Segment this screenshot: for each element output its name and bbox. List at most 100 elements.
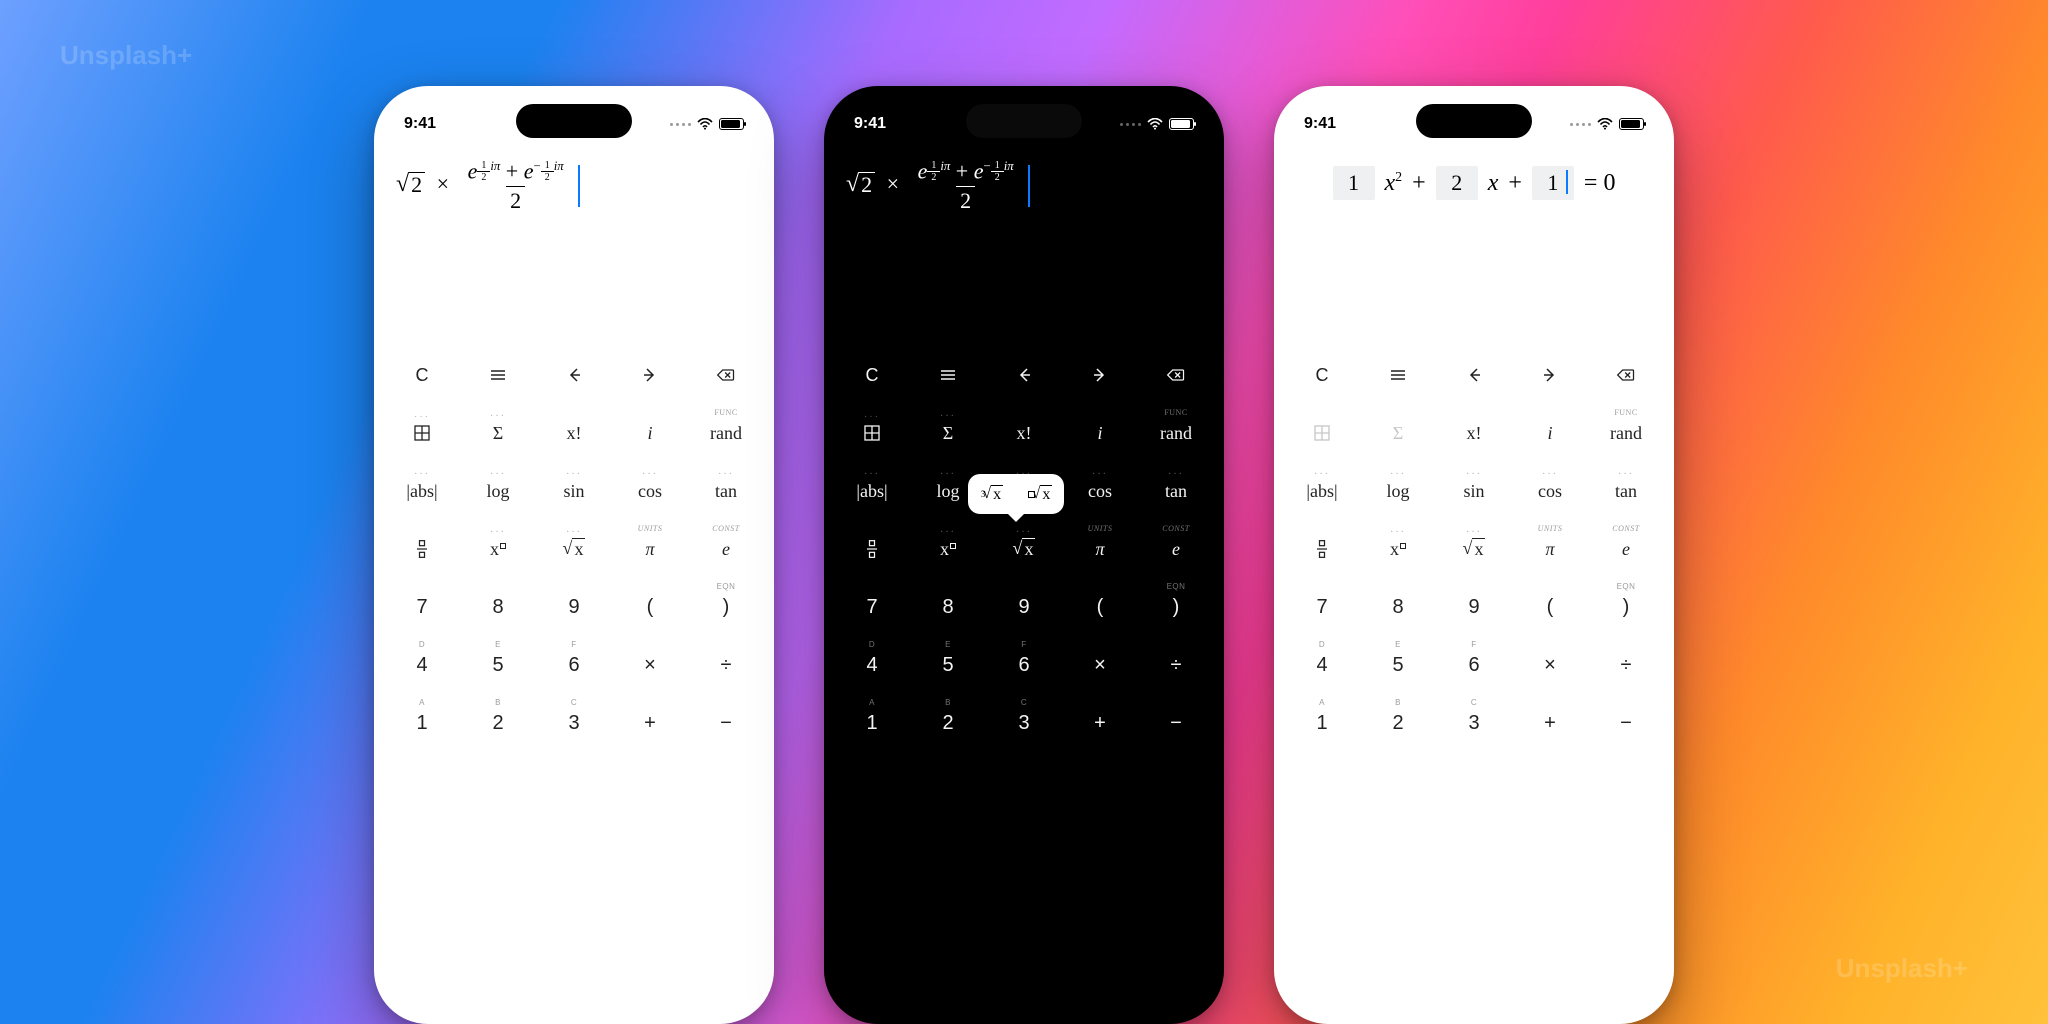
key-clear[interactable]: C xyxy=(834,346,910,404)
key-2[interactable]: B2 xyxy=(1360,694,1436,752)
key-tan[interactable]: ···tan xyxy=(1138,462,1214,520)
key-cos[interactable]: ···cos xyxy=(1062,462,1138,520)
key-log[interactable]: ···log xyxy=(1360,462,1436,520)
key-sin[interactable]: ···sin xyxy=(536,462,612,520)
key-lparen[interactable]: ( xyxy=(612,578,688,636)
key-factorial[interactable]: x! xyxy=(986,404,1062,462)
key-cursor-right[interactable] xyxy=(1062,346,1138,404)
key-sqrt[interactable]: ···√x xyxy=(536,520,612,578)
key-rparen[interactable]: EQN) xyxy=(688,578,764,636)
key-cos[interactable]: ···cos xyxy=(612,462,688,520)
key-5[interactable]: E5 xyxy=(460,636,536,694)
coef-b[interactable]: 2 xyxy=(1436,166,1478,200)
key-imaginary[interactable]: i xyxy=(1062,404,1138,462)
key-sqrt[interactable]: ···√x xyxy=(1436,520,1512,578)
key-power[interactable]: ···x xyxy=(1360,520,1436,578)
key-lparen[interactable]: ( xyxy=(1062,578,1138,636)
key-rand[interactable]: FUNCrand xyxy=(1138,404,1214,462)
key-cursor-left[interactable] xyxy=(1436,346,1512,404)
key-pi[interactable]: UNITSπ xyxy=(1512,520,1588,578)
key-cursor-left[interactable] xyxy=(986,346,1062,404)
expression-display[interactable]: √2 × e12iπ + e−12iπ 2 xyxy=(824,140,1224,346)
key-backspace[interactable] xyxy=(1138,346,1214,404)
key-cos[interactable]: ···cos xyxy=(1512,462,1588,520)
key-abs[interactable]: ···|abs| xyxy=(384,462,460,520)
key-6[interactable]: F6 xyxy=(536,636,612,694)
key-menu[interactable] xyxy=(910,346,986,404)
key-e[interactable]: CONSTe xyxy=(1138,520,1214,578)
key-8[interactable]: 8 xyxy=(910,578,986,636)
key-menu[interactable] xyxy=(1360,346,1436,404)
key-imaginary[interactable]: i xyxy=(612,404,688,462)
coef-a[interactable]: 1 xyxy=(1333,166,1375,200)
key-6[interactable]: F6 xyxy=(986,636,1062,694)
key-7[interactable]: 7 xyxy=(834,578,910,636)
key-3[interactable]: C3 xyxy=(1436,694,1512,752)
key-divide[interactable]: ÷ xyxy=(1588,636,1664,694)
key-abs[interactable]: ···|abs| xyxy=(1284,462,1360,520)
key-1[interactable]: A1 xyxy=(384,694,460,752)
key-4[interactable]: D4 xyxy=(1284,636,1360,694)
key-4[interactable]: D4 xyxy=(384,636,460,694)
key-rparen[interactable]: EQN) xyxy=(1588,578,1664,636)
key-log[interactable]: ···log xyxy=(460,462,536,520)
key-rparen[interactable]: EQN) xyxy=(1138,578,1214,636)
key-imaginary[interactable]: i xyxy=(1512,404,1588,462)
key-rand[interactable]: FUNCrand xyxy=(1588,404,1664,462)
key-sigma[interactable]: ···Σ xyxy=(910,404,986,462)
key-plus[interactable]: + xyxy=(1062,694,1138,752)
key-rand[interactable]: FUNCrand xyxy=(688,404,764,462)
key-matrix[interactable]: ··· xyxy=(384,404,460,462)
key-fraction[interactable] xyxy=(384,520,460,578)
key-matrix[interactable]: ··· xyxy=(834,404,910,462)
popup-nthroot[interactable]: √x xyxy=(1016,474,1064,514)
key-e[interactable]: CONSTe xyxy=(688,520,764,578)
key-minus[interactable]: − xyxy=(1588,694,1664,752)
key-cursor-right[interactable] xyxy=(612,346,688,404)
key-1[interactable]: A1 xyxy=(834,694,910,752)
key-backspace[interactable] xyxy=(1588,346,1664,404)
key-minus[interactable]: − xyxy=(1138,694,1214,752)
key-3[interactable]: C3 xyxy=(986,694,1062,752)
key-menu[interactable] xyxy=(460,346,536,404)
key-cursor-left[interactable] xyxy=(536,346,612,404)
key-clear[interactable]: C xyxy=(384,346,460,404)
coef-c[interactable]: 1 xyxy=(1532,166,1574,200)
key-power[interactable]: ···x xyxy=(910,520,986,578)
key-factorial[interactable]: x! xyxy=(536,404,612,462)
key-fraction[interactable] xyxy=(834,520,910,578)
key-divide[interactable]: ÷ xyxy=(1138,636,1214,694)
key-4[interactable]: D4 xyxy=(834,636,910,694)
key-fraction[interactable] xyxy=(1284,520,1360,578)
key-multiply[interactable]: × xyxy=(612,636,688,694)
key-tan[interactable]: ···tan xyxy=(688,462,764,520)
key-2[interactable]: B2 xyxy=(910,694,986,752)
key-plus[interactable]: + xyxy=(612,694,688,752)
key-8[interactable]: 8 xyxy=(1360,578,1436,636)
key-abs[interactable]: ···|abs| xyxy=(834,462,910,520)
popup-cuberoot[interactable]: 3√x xyxy=(968,474,1016,514)
expression-display[interactable]: 1 x2 + 2 x + 1 = 0 xyxy=(1274,140,1674,346)
key-7[interactable]: 7 xyxy=(384,578,460,636)
key-backspace[interactable] xyxy=(688,346,764,404)
expression-display[interactable]: √2 × e12iπ + e−12iπ 2 xyxy=(374,140,774,346)
key-3[interactable]: C3 xyxy=(536,694,612,752)
key-8[interactable]: 8 xyxy=(460,578,536,636)
key-sin[interactable]: ···sin xyxy=(1436,462,1512,520)
key-sigma[interactable]: ···Σ xyxy=(460,404,536,462)
key-divide[interactable]: ÷ xyxy=(688,636,764,694)
key-5[interactable]: E5 xyxy=(910,636,986,694)
key-2[interactable]: B2 xyxy=(460,694,536,752)
key-multiply[interactable]: × xyxy=(1512,636,1588,694)
key-6[interactable]: F6 xyxy=(1436,636,1512,694)
key-7[interactable]: 7 xyxy=(1284,578,1360,636)
key-power[interactable]: ···x xyxy=(460,520,536,578)
key-pi[interactable]: UNITSπ xyxy=(1062,520,1138,578)
key-1[interactable]: A1 xyxy=(1284,694,1360,752)
key-sqrt[interactable]: ···√x 3√x √x xyxy=(986,520,1062,578)
key-lparen[interactable]: ( xyxy=(1512,578,1588,636)
key-factorial[interactable]: x! xyxy=(1436,404,1512,462)
key-e[interactable]: CONSTe xyxy=(1588,520,1664,578)
key-tan[interactable]: ···tan xyxy=(1588,462,1664,520)
key-9[interactable]: 9 xyxy=(1436,578,1512,636)
